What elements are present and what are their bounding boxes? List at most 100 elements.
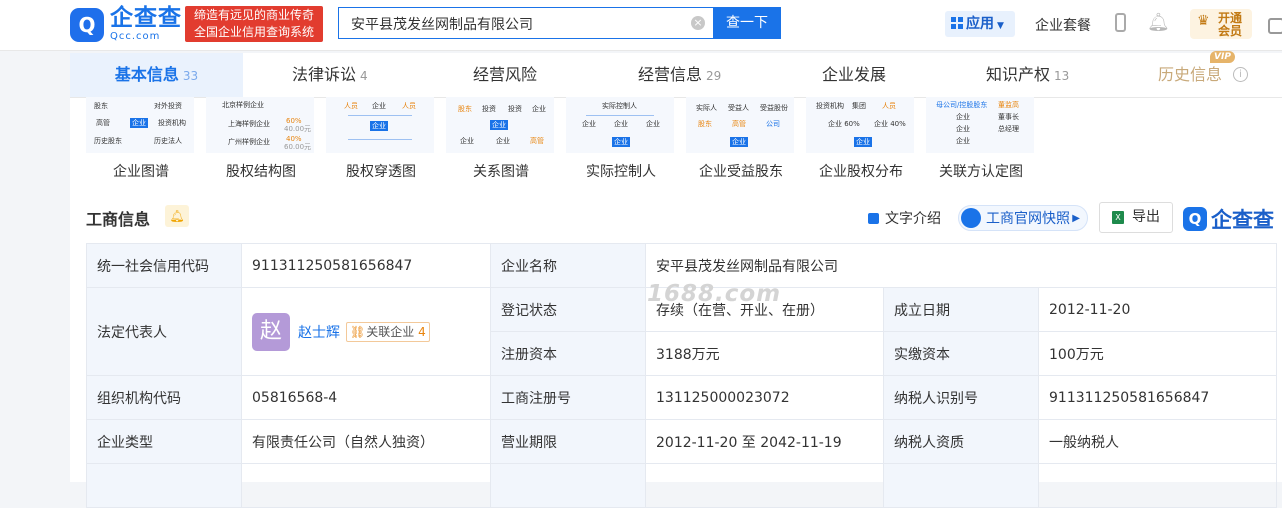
relationship-graph-thumbnail: 股东 投资 投资 企业 企业 企业 企业 高管 xyxy=(446,97,554,153)
enterprise-package-link[interactable]: 企业套餐 xyxy=(1035,15,1091,35)
slogan-banner: 缔造有远见的商业传奇 全国企业信用查询系统 xyxy=(185,6,323,42)
crown-icon: ♛ xyxy=(1197,13,1210,29)
tool-label: 企业图谱 xyxy=(113,164,169,180)
actual-controller-thumbnail: 实际控制人 企业 企业 企业 企业 xyxy=(566,97,674,153)
company-type-label: 企业类型 xyxy=(86,419,242,464)
slogan-line-1: 缔造有远见的商业传奇 xyxy=(193,8,314,22)
tool-label: 关系图谱 xyxy=(473,164,529,180)
app-menu-button[interactable]: 应用 ▼ xyxy=(945,11,1015,37)
credit-code-value[interactable]: 911311250581656847 xyxy=(241,243,491,288)
tool-enterprise-graph[interactable]: 股东 对外投资 高管 企业 投资机构 历史股东 历史法人 企业图谱 xyxy=(86,97,196,181)
snapshot-icon xyxy=(961,208,981,228)
table-row: 组织机构代码 05816568-4 工商注册号 131125000023072 … xyxy=(86,375,1277,420)
logo-subtext: Qcc.com xyxy=(110,31,161,42)
tool-beneficial-owner[interactable]: 实际人 受益人 受益股份 股东 高管 公司 企业 企业受益股东 xyxy=(686,97,796,181)
info-icon[interactable]: i xyxy=(1233,67,1248,82)
tab-intellectual-property[interactable]: 知识产权 13 xyxy=(986,53,1069,97)
business-term-label: 营业期限 xyxy=(490,419,646,464)
legal-rep-label: 法定代表人 xyxy=(86,287,242,376)
paid-capital-value: 100万元 xyxy=(1038,331,1277,376)
org-code-value: 05816568-4 xyxy=(241,375,491,420)
avatar[interactable]: 赵 xyxy=(252,312,290,351)
official-snapshot-button[interactable]: 工商官网快照 ▶ xyxy=(958,205,1088,231)
enterprise-graph-thumbnail: 股东 对外投资 高管 企业 投资机构 历史股东 历史法人 xyxy=(86,97,194,153)
tab-legal-litigation[interactable]: 法律诉讼 4 xyxy=(292,53,368,97)
search-input[interactable] xyxy=(349,9,683,39)
vip-line-2: 会员 xyxy=(1218,24,1243,38)
tab-basic-info[interactable]: 基本信息 33 xyxy=(70,53,243,97)
company-detail-panel: 基本信息 33 法律诉讼 4 经营风险 经营信息 29 企业发展 知识产权 13 历史信… xyxy=(70,51,1282,508)
logo-text: 企查查 xyxy=(110,5,182,31)
legal-rep-cell: 赵赵士辉 ⛓关联企业 4 xyxy=(241,287,491,376)
app-menu-label: 应用 xyxy=(966,16,994,32)
status-label: 登记状态 xyxy=(490,287,646,332)
search-box: × xyxy=(338,7,713,39)
reg-no-value: 131125000023072 xyxy=(645,375,884,420)
company-name-label: 企业名称 xyxy=(490,243,646,288)
tool-label: 实际控制人 xyxy=(586,164,656,180)
caret-down-icon: ▼ xyxy=(997,21,1004,31)
tax-qualification-label: 纳税人资质 xyxy=(883,419,1039,464)
slogan-line-2: 全国企业信用查询系统 xyxy=(193,25,314,39)
export-button[interactable]: X 导出 xyxy=(1099,202,1173,233)
tool-label: 关联方认定图 xyxy=(939,164,1023,180)
tool-actual-controller[interactable]: 实际控制人 企业 企业 企业 企业 实际控制人 xyxy=(566,97,676,181)
reg-no-label: 工商注册号 xyxy=(490,375,646,420)
taxpayer-id-value: 911311250581656847 xyxy=(1038,375,1277,420)
paid-capital-label: 实缴资本 xyxy=(883,331,1039,376)
founded-label: 成立日期 xyxy=(883,287,1039,332)
related-companies-badge[interactable]: ⛓关联企业 4 xyxy=(346,321,430,342)
related-link-icon: ⛓ xyxy=(350,324,366,339)
monitor-bell-icon[interactable]: 🔔︎ xyxy=(165,205,189,227)
beneficial-owner-thumbnail: 实际人 受益人 受益股份 股东 高管 公司 企业 xyxy=(686,97,794,153)
tool-relationship-graph[interactable]: 股东 投资 投资 企业 企业 企业 企业 高管 关系图谱 xyxy=(446,97,556,181)
tool-label: 股权结构图 xyxy=(226,164,296,180)
reg-capital-value: 3188万元 xyxy=(645,331,884,376)
qcc-logo[interactable]: Q 企查查 Qcc.com xyxy=(70,7,182,42)
tab-development[interactable]: 企业发展 xyxy=(822,53,886,97)
search-button[interactable]: 查一下 xyxy=(713,7,781,39)
tool-label: 企业受益股东 xyxy=(699,164,783,180)
chevron-right-icon: ▶ xyxy=(1072,213,1080,224)
tab-business-info[interactable]: 经营信息 29 xyxy=(638,53,721,97)
founded-value: 2012-11-20 xyxy=(1038,287,1277,332)
company-type-value: 有限责任公司（自然人独资） xyxy=(241,419,491,464)
tool-label: 股权穿透图 xyxy=(346,164,416,180)
org-code-label: 组织机构代码 xyxy=(86,375,242,420)
tool-label: 企业股权分布 xyxy=(819,164,903,180)
notification-bell-icon[interactable]: 🔔︎ xyxy=(1147,12,1170,33)
open-vip-button[interactable]: ♛ 开通 会员 xyxy=(1190,9,1252,39)
tab-business-risk[interactable]: 经营风险 xyxy=(473,53,537,97)
table-row xyxy=(86,463,1277,508)
equity-penetration-thumbnail: 人员 企业 人员 企业 xyxy=(326,97,434,153)
tool-equity-structure[interactable]: 北京样例企业 上海样例企业 60% 40.00元 广州样例企业 40% 60.0… xyxy=(206,97,316,181)
text-intro-button[interactable]: 文字介绍 xyxy=(868,208,941,228)
qcc-logo-icon: Q xyxy=(70,7,104,42)
tool-equity-distribution[interactable]: 投资机构 集团 人员 企业 60% 企业 40% 企业 企业股权分布 xyxy=(806,97,916,181)
section-title: 工商信息 xyxy=(86,210,151,229)
vip-tag: VIP xyxy=(1210,51,1235,63)
table-row: 企业类型 有限责任公司（自然人独资） 营业期限 2012-11-20 至 204… xyxy=(86,419,1277,464)
legal-rep-name[interactable]: 赵士辉 xyxy=(298,325,340,341)
watermark: 1688.com xyxy=(647,281,782,307)
excel-icon: X xyxy=(1112,211,1124,224)
app-grid-icon xyxy=(951,17,963,29)
credit-code-label: 统一社会信用代码 xyxy=(86,243,242,288)
equity-distribution-thumbnail: 投资机构 集团 人员 企业 60% 企业 40% 企业 xyxy=(806,97,914,153)
related-party-thumbnail: 母公司/控股股东 董监高 企业 企业 董事长 企业 总经理 xyxy=(926,97,1034,153)
more-icon[interactable] xyxy=(1268,18,1282,34)
business-term-value: 2012-11-20 至 2042-11-19 xyxy=(645,419,884,464)
taxpayer-id-label: 纳税人识别号 xyxy=(883,375,1039,420)
equity-structure-thumbnail: 北京样例企业 上海样例企业 60% 40.00元 广州样例企业 40% 60.0… xyxy=(206,97,314,153)
qcc-brand-icon: Q xyxy=(1183,207,1207,231)
mobile-app-icon[interactable] xyxy=(1115,13,1126,32)
reg-capital-label: 注册资本 xyxy=(490,331,646,376)
tool-equity-penetration[interactable]: 人员 企业 人员 企业 股权穿透图 xyxy=(326,97,436,181)
tool-related-party[interactable]: 母公司/控股股东 董监高 企业 企业 董事长 企业 总经理 关联方认定图 xyxy=(926,97,1036,181)
clear-icon[interactable]: × xyxy=(691,16,705,30)
tab-bar: 基本信息 33 法律诉讼 4 经营风险 经营信息 29 企业发展 知识产权 13 历史信… xyxy=(70,51,1282,98)
tax-qualification-value: 一般纳税人 xyxy=(1038,419,1277,464)
top-bar: Q 企查查 Qcc.com 缔造有远见的商业传奇 全国企业信用查询系统 × 查一… xyxy=(0,0,1282,51)
qcc-brand-mark: Q 企查查 xyxy=(1183,204,1274,234)
text-intro-icon xyxy=(868,213,879,224)
